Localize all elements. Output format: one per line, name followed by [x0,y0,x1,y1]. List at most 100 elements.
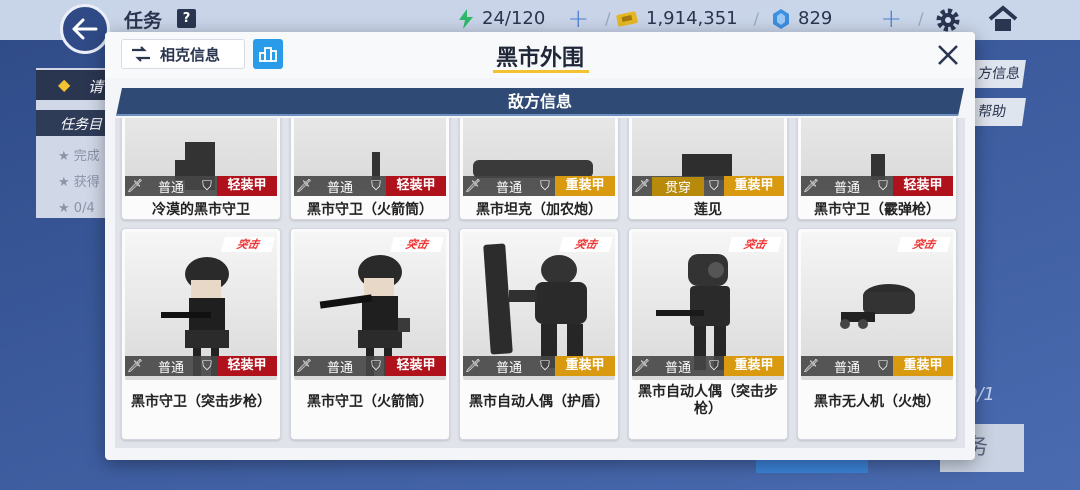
attribute-badges: 🗡 普通 ⛉ 轻装甲 [294,176,446,196]
ticket-icon [616,10,638,27]
enemy-card[interactable]: 🗡 普通 ⛉ 轻装甲 冷漠的黑市守卫 [121,118,281,220]
list-item: ★ 0/4 [58,201,95,216]
shield-icon: ⛉ [709,358,719,374]
close-button[interactable] [931,38,965,72]
attack-type: 普通 [833,180,860,196]
gem-resource: 829 + / [772,6,924,32]
sword-icon: 🗡 [295,358,313,374]
divider: / [605,9,611,28]
shield-icon: ⛉ [540,358,550,374]
task-header: 任务目 [36,110,114,136]
attribute-badges: 🗡 普通 ⛉ 轻装甲 [801,176,953,196]
armor-type: 轻装甲 [217,356,277,376]
enemy-card[interactable]: 突击 🗡 普通 ⛉ 轻装甲 黑市守卫（突击步枪） [121,228,281,440]
shield-icon: ⛉ [878,358,888,374]
armor-type: 重装甲 [555,356,615,376]
enemy-card[interactable]: 🗡 普通 ⛉ 轻装甲 黑市守卫（霰弹枪） [797,118,957,220]
attack-type: 普通 [326,180,353,196]
assault-tag: 突击 [559,237,613,252]
coin-resource: 1,914,351 / [616,8,759,29]
armor-type: 轻装甲 [893,176,953,196]
enemy-name: 黑市自动人偶（突击步枪） [638,384,778,417]
task-list: ★ 完成 ★ 获得 ★ 0/4 [58,144,100,222]
sword-icon: 🗡 [295,178,313,194]
sword-icon: 🗡 [633,178,651,194]
armor-type: 重装甲 [893,356,953,376]
sword-icon: 🗡 [802,358,820,374]
assault-tag: 突击 [728,237,782,252]
armor-type: 轻装甲 [386,356,446,376]
attribute-badges: 🗡 普通 ⛉ 轻装甲 [125,176,277,196]
back-button[interactable] [60,4,110,54]
gem-add-button[interactable]: + [880,6,902,32]
attribute-badges: 🗡 贯穿 ⛉ 重装甲 [632,176,784,196]
warning-icon: ◆ [58,75,71,94]
energy-bolt-icon [459,8,473,29]
warning-bar: ◆ 请 [36,70,114,100]
enemy-card[interactable]: 🗡 普通 ⛉ 轻装甲 黑市守卫（火箭筒） [290,118,450,220]
attack-type: 普通 [326,360,353,376]
attribute-badges: 🗡 普通 ⛉ 轻装甲 [125,356,277,376]
help-icon[interactable]: ? [177,9,196,28]
enemy-name: 黑市守卫（突击步枪） [131,394,271,410]
task-header-label: 任务目 [60,117,102,133]
page-title: 任务 [124,10,163,32]
attack-type: 贯穿 [652,176,704,196]
enemy-card[interactable]: 突击 🗡 普通 ⛉ 轻装甲 黑市守卫（火箭筒） [290,228,450,440]
home-button[interactable] [988,5,1018,37]
shield-icon: ⛉ [202,358,212,374]
gem-value: 829 [798,8,833,29]
close-icon [938,45,958,65]
enemy-name: 黑市坦克（加农炮） [476,202,602,218]
enemy-info-button[interactable]: 方信息 [970,60,1026,88]
armor-type: 重装甲 [555,176,615,196]
list-item: ★ 完成 [58,149,100,164]
enemy-grid[interactable]: 🗡 普通 ⛉ 轻装甲 冷漠的黑市守卫 🗡 普通 ⛉ 轻装甲 黑市守卫（火箭筒） [115,118,965,448]
gear-icon [936,8,960,32]
home-icon [988,5,1018,31]
attack-type: 普通 [833,360,860,376]
enemy-card[interactable]: 突击 🗡 普通 ⛉ 重装甲 黑市无人机（火炮） [797,228,957,440]
attack-type: 普通 [157,180,184,196]
assault-tag: 突击 [897,237,951,252]
section-title: 敌方信息 [507,92,572,111]
divider: / [918,9,924,28]
enemy-name: 黑市无人机（火炮） [814,394,940,410]
enemy-name: 莲见 [694,202,722,218]
attack-type: 普通 [495,360,522,376]
assault-tag: 突击 [390,237,444,252]
enemy-card[interactable]: 突击 🗡 普通 ⛉ 重装甲 黑市自动人偶（护盾） [459,228,619,440]
enemy-name: 冷漠的黑市守卫 [152,202,250,218]
sword-icon: 🗡 [126,178,144,194]
enemy-name: 黑市守卫（火箭筒） [307,394,433,410]
help-button[interactable]: 帮助 [970,98,1026,126]
enemy-card[interactable]: 🗡 普通 ⛉ 重装甲 黑市坦克（加农炮） [459,118,619,220]
list-item: ★ 获得 [58,175,100,190]
enemy-name: 黑市守卫（霰弹枪） [814,202,940,218]
shield-icon: ⛉ [540,178,550,194]
enemy-name: 黑市守卫（火箭筒） [307,202,433,218]
energy-resource: 24/120 + / [458,6,611,32]
assault-tag: 突击 [221,237,275,252]
attribute-badges: 🗡 普通 ⛉ 重装甲 [463,356,615,376]
enemy-info-dialog: 相克信息 黑市外围 敌方信息 🗡 普通 ⛉ 轻装甲 冷漠的黑市守卫 🗡 普通 ⛉… [105,32,975,460]
energy-add-button[interactable]: + [567,6,589,32]
attack-type: 普通 [495,180,522,196]
armor-type: 轻装甲 [386,176,446,196]
shield-icon: ⛉ [371,358,381,374]
attack-type: 普通 [157,360,184,376]
sword-icon: 🗡 [464,178,482,194]
armor-type: 重装甲 [724,176,784,196]
armor-type: 重装甲 [724,356,784,376]
title-underline [493,70,589,73]
enemy-card[interactable]: 突击 🗡 普通 ⛉ 重装甲 黑市自动人偶（突击步枪） [628,228,788,440]
attribute-badges: 🗡 普通 ⛉ 轻装甲 [294,356,446,376]
energy-value: 24/120 [482,8,546,29]
shield-icon: ⛉ [202,178,212,194]
sword-icon: 🗡 [464,358,482,374]
sword-icon: 🗡 [633,358,651,374]
back-arrow-icon [72,18,98,40]
enemy-card[interactable]: 🗡 贯穿 ⛉ 重装甲 莲见 [628,118,788,220]
shield-icon: ⛉ [371,178,381,194]
shield-icon: ⛉ [709,178,719,194]
